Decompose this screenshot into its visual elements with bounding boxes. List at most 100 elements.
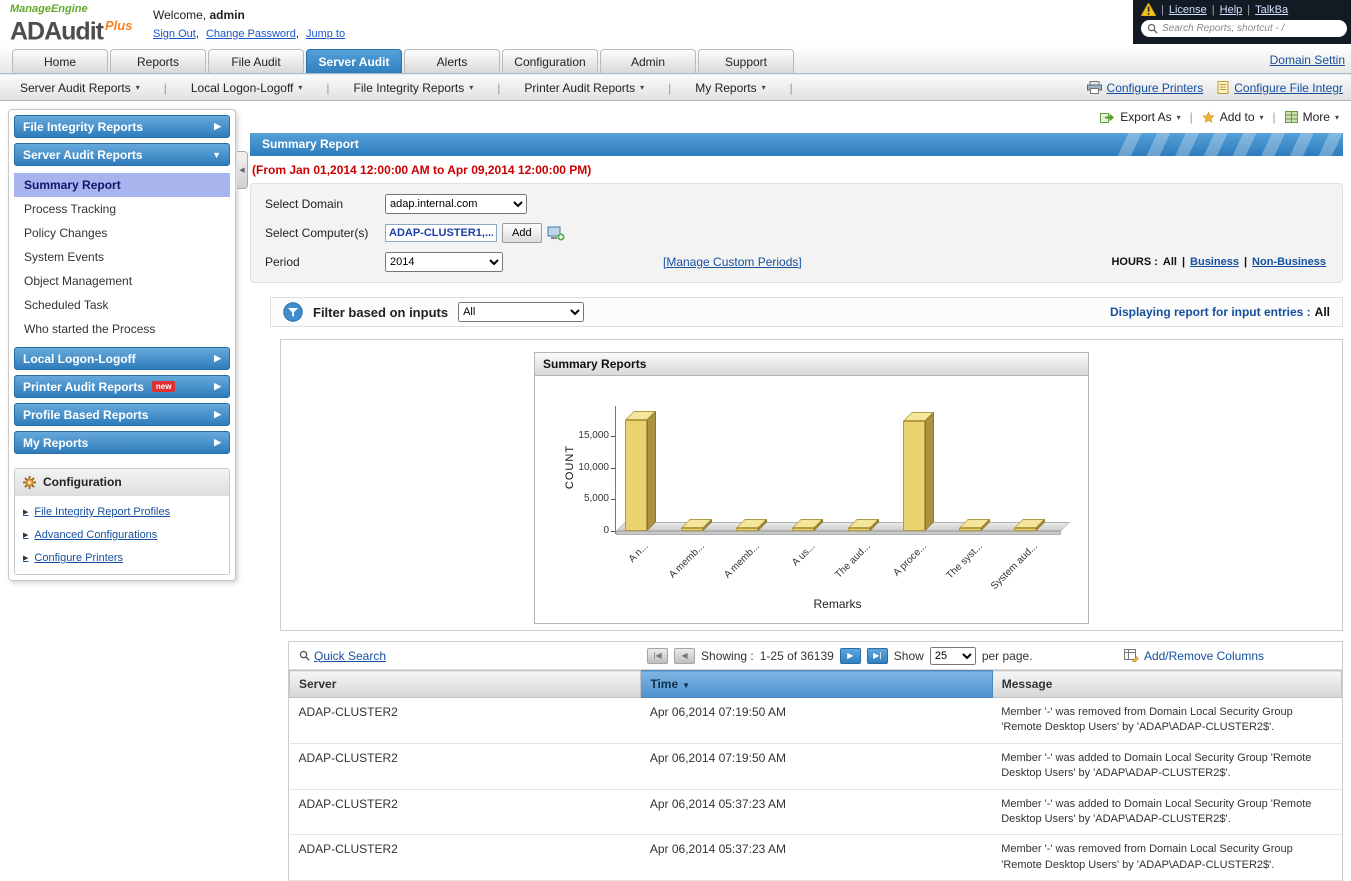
table-row[interactable]: ADAP-CLUSTER2 Apr 06,2014 05:37:23 AM Me… [290,835,1342,881]
ytick-mark [611,531,615,532]
menu-file-integrity-reports[interactable]: File Integrity Reports▾ [354,81,474,95]
computers-input[interactable] [385,224,497,242]
add-computer-icon[interactable] [547,226,565,241]
section-label: Profile Based Reports [23,408,148,422]
column-header-message[interactable]: Message [992,671,1341,698]
sidebar-item-policy-changes[interactable]: Policy Changes [14,221,230,245]
report-menubar: Server Audit Reports▾ | Local Logon-Logo… [0,74,1351,101]
sidebar-section-server-audit[interactable]: Server Audit Reports▼ [14,143,230,166]
change-password-link[interactable]: Change Password [206,28,296,40]
menu-server-audit-reports[interactable]: Server Audit Reports▾ [20,81,140,95]
bar-front [848,528,870,531]
link-label: Configure Printers [34,552,123,564]
global-search-box[interactable] [1141,20,1347,37]
license-link[interactable]: License [1169,4,1207,16]
menu-local-logon-logoff[interactable]: Local Logon-Logoff▾ [191,81,303,95]
configure-printers-link[interactable]: Configure Printers [1087,81,1204,95]
product-name: ADAudit [10,17,103,45]
chart-plot[interactable]: 05,00010,00015,000A n...A memb...A memb.… [535,376,1088,622]
displaying-label: Displaying report for input entries : [1110,305,1311,319]
quick-search-link[interactable]: Quick Search [299,649,386,663]
warning-icon[interactable] [1141,3,1156,16]
previous-page-button[interactable]: ◀ [674,648,695,664]
tab-admin[interactable]: Admin [600,49,696,73]
add-to-button[interactable]: Add to▾ [1202,110,1264,124]
search-input[interactable] [1162,23,1341,34]
sidebar-item-who-started-the-process[interactable]: Who started the Process [14,317,230,341]
bullet-arrow-icon: ▶ [23,531,28,539]
talkback-link[interactable]: TalkBa [1255,4,1288,16]
filter-bar: Filter based on inputs All Displaying re… [270,297,1343,327]
tab-configuration[interactable]: Configuration [502,49,598,73]
chevron-right-icon: ▶ [214,437,221,448]
menu-my-reports[interactable]: My Reports▾ [695,81,765,95]
printer-icon [1087,81,1102,94]
sidebar-item-scheduled-task[interactable]: Scheduled Task [14,293,230,317]
bar-front [1014,528,1036,531]
configure-file-integrity-link[interactable]: Configure File Integr [1217,81,1343,95]
first-page-button[interactable]: |◀ [647,648,668,664]
xcat: A memb... [722,541,762,581]
sidebar-item-object-management[interactable]: Object Management [14,269,230,293]
menu-label: Printer Audit Reports [524,81,635,95]
sidebar-section-printer-audit[interactable]: Printer Audit Reportsnew▶ [14,375,230,398]
table-row[interactable]: ADAP-CLUSTER2 Apr 06,2014 07:19:50 AM Me… [290,743,1342,789]
sidebar-section-local-logon-logoff[interactable]: Local Logon-Logoff▶ [14,347,230,370]
add-remove-columns-link[interactable]: Add/Remove Columns [1124,649,1264,663]
domain-select[interactable]: adap.internal.com [385,194,527,214]
export-as-button[interactable]: Export As▾ [1100,110,1180,124]
logo: ManageEngine ADAuditPlus [10,3,132,42]
add-button[interactable]: Add [502,223,542,243]
sign-out-link[interactable]: Sign Out [153,28,196,40]
sidebar-section-file-integrity[interactable]: File Integrity Reports▶ [14,115,230,138]
hours-non-business-link[interactable]: Non-Business [1252,256,1326,268]
page-size-select[interactable]: 25 [930,647,976,665]
server-audit-list: Summary Report Process Tracking Policy C… [14,171,230,347]
sidebar-collapse-handle[interactable]: ◀ [237,151,248,189]
sidebar-section-my-reports[interactable]: My Reports▶ [14,431,230,454]
more-button[interactable]: More▾ [1285,110,1339,124]
jump-to-link[interactable]: Jump to [306,28,345,40]
cell-message: Member '-' was added to Domain Local Sec… [992,743,1341,789]
tab-reports[interactable]: Reports [110,49,206,73]
sidebar-item-summary-report[interactable]: Summary Report [14,173,230,197]
chevron-right-icon: ▶ [214,121,221,132]
domain-settings-link[interactable]: Domain Settin [1270,53,1345,67]
tab-alerts[interactable]: Alerts [404,49,500,73]
hours-business-link[interactable]: Business [1190,256,1239,268]
table-row[interactable]: ADAP-CLUSTER2 Apr 06,2014 07:19:50 AM Me… [290,698,1342,744]
new-badge: new [152,381,176,392]
sidebar-item-system-events[interactable]: System Events [14,245,230,269]
period-select[interactable]: 2014 [385,252,503,272]
bar-front [736,528,758,531]
link-label: Advanced Configurations [34,529,157,541]
floor-front [616,531,1061,535]
filter-select[interactable]: All [458,302,584,322]
last-page-button[interactable]: ▶| [867,648,888,664]
xcat: The aud... [834,541,874,581]
sidebar-item-process-tracking[interactable]: Process Tracking [14,197,230,221]
tab-file-audit[interactable]: File Audit [208,49,304,73]
bullet-arrow-icon: ▶ [23,554,28,562]
xcat: A proce... [891,541,929,579]
column-header-time[interactable]: Time▼ [641,671,992,698]
sidebar-section-profile-based[interactable]: Profile Based Reports▶ [14,403,230,426]
body: File Integrity Reports▶ Server Audit Rep… [0,101,1351,881]
link-label: Configure File Integr [1234,81,1343,95]
column-header-server[interactable]: Server [290,671,641,698]
tab-support[interactable]: Support [698,49,794,73]
adaudit-plus-logo: ADAuditPlus [10,15,132,42]
file-integrity-report-profiles-link[interactable]: ▶File Integrity Report Profiles [23,506,221,518]
configure-printers-side-link[interactable]: ▶ Configure Printers [23,552,221,564]
sidebar: File Integrity Reports▶ Server Audit Rep… [8,109,236,581]
tab-home[interactable]: Home [12,49,108,73]
bar-side [925,412,934,531]
manage-custom-periods-link[interactable]: [Manage Custom Periods] [663,255,802,269]
tab-server-audit[interactable]: Server Audit [306,49,402,73]
menu-printer-audit-reports[interactable]: Printer Audit Reports▾ [524,81,644,95]
help-link[interactable]: Help [1220,4,1243,16]
menu-left: Server Audit Reports▾ | Local Logon-Logo… [20,81,793,95]
advanced-configurations-link[interactable]: ▶ Advanced Configurations [23,529,221,541]
next-page-button[interactable]: ▶ [840,648,861,664]
table-row[interactable]: ADAP-CLUSTER2 Apr 06,2014 05:37:23 AM Me… [290,789,1342,835]
